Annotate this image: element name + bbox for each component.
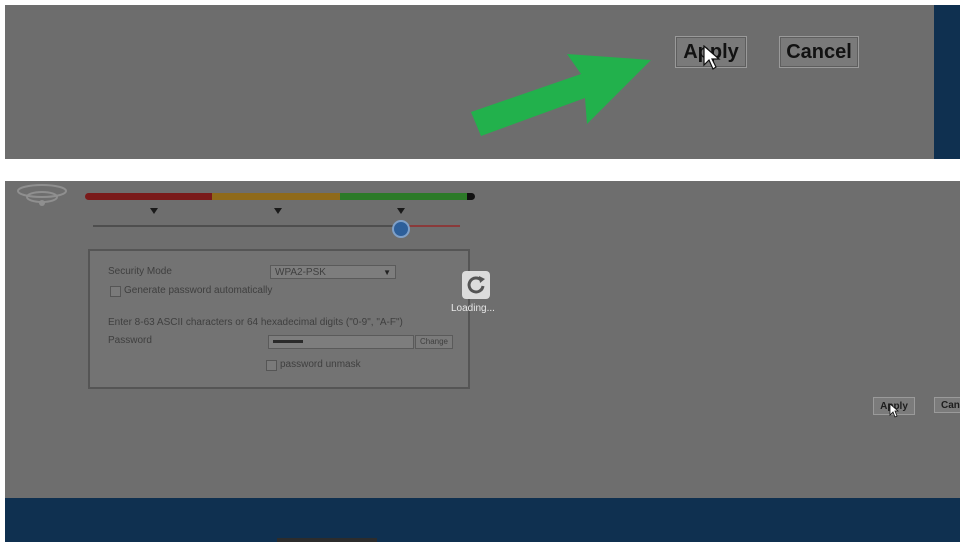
cancel-button-small[interactable]: Canc <box>934 397 960 413</box>
footer-tab <box>277 538 377 542</box>
security-mode-select[interactable]: WPA2-PSK ▼ <box>270 265 396 279</box>
signal-strength-bar <box>85 193 475 200</box>
top-zoom-panel: Apply Cancel <box>5 5 960 159</box>
footer-bar <box>5 498 960 542</box>
loading-text: Loading... <box>451 303 495 314</box>
mouse-cursor-icon <box>703 45 721 70</box>
generate-password-checkbox[interactable] <box>110 286 121 297</box>
unmask-label: password unmask <box>280 359 361 370</box>
password-change-button[interactable]: Change <box>415 335 453 349</box>
chevron-down-icon: ▼ <box>383 268 391 277</box>
security-slider-fill <box>405 225 460 227</box>
password-hint: Enter 8-63 ASCII characters or 64 hexade… <box>108 317 403 328</box>
password-input[interactable] <box>268 335 414 349</box>
settings-page: Security Mode WPA2-PSK ▼ Generate passwo… <box>5 181 960 542</box>
level-marker-icon <box>150 208 158 214</box>
unmask-checkbox[interactable] <box>266 360 277 371</box>
green-arrow-icon <box>471 54 651 136</box>
refresh-icon <box>462 271 490 299</box>
level-marker-icon <box>274 208 282 214</box>
security-slider-thumb[interactable] <box>392 220 410 238</box>
security-mode-value: WPA2-PSK <box>275 267 326 278</box>
security-settings-box: Security Mode WPA2-PSK ▼ Generate passwo… <box>88 249 470 389</box>
wifi-icon <box>17 184 67 206</box>
level-marker-icon <box>397 208 405 214</box>
mouse-cursor-icon <box>889 403 899 418</box>
generate-password-label: Generate password automatically <box>124 285 273 296</box>
security-mode-label: Security Mode <box>108 266 172 277</box>
password-label: Password <box>108 335 152 346</box>
right-accent-band <box>934 5 960 159</box>
cancel-button[interactable]: Cancel <box>779 36 859 68</box>
password-mask <box>273 340 303 343</box>
